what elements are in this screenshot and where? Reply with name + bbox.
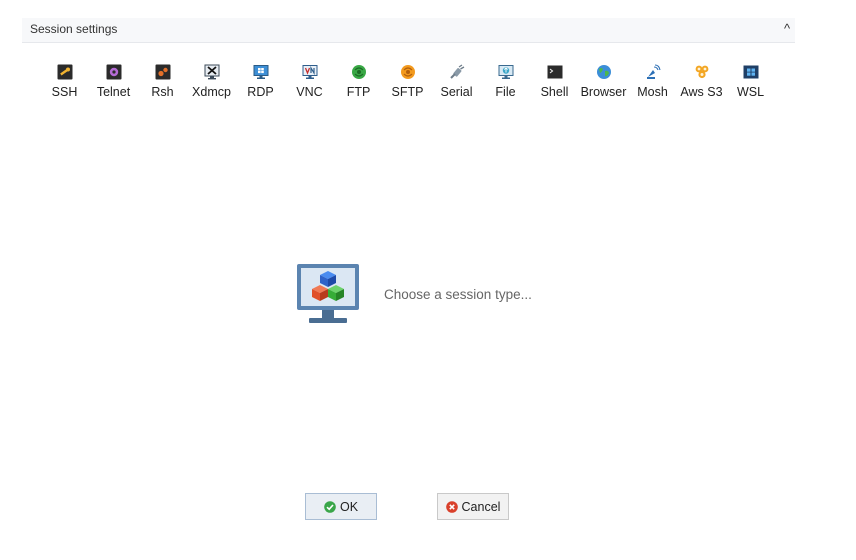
rdp-icon [253, 65, 268, 79]
aws-s3-icon [695, 65, 708, 79]
mosh-icon [646, 64, 661, 79]
session-type-sftp[interactable]: SFTP [383, 64, 432, 104]
session-type-ssh[interactable]: SSH [40, 64, 89, 104]
cancel-icon [445, 500, 458, 513]
collapse-icon[interactable]: ^ [779, 20, 795, 38]
session-type-telnet[interactable]: Telnet [89, 64, 138, 104]
xdmcp-icon [204, 64, 219, 80]
title-bar: Session settings ^ [22, 18, 795, 43]
session-type-shell[interactable]: Shell [530, 64, 579, 104]
session-type-browser[interactable]: Browser [579, 64, 628, 104]
session-type-rsh[interactable]: Rsh [138, 64, 187, 104]
session-type-label: Browser [580, 85, 627, 99]
wsl-icon [743, 65, 758, 79]
ok-button[interactable]: OK [305, 493, 377, 520]
session-type-label: FTP [346, 85, 371, 99]
ok-label: OK [339, 499, 359, 514]
check-icon [324, 500, 336, 513]
vnc-icon [302, 65, 317, 79]
session-type-label: SFTP [391, 85, 424, 99]
session-type-serial[interactable]: Serial [432, 64, 481, 104]
session-settings-dialog: Session settings ^ SSH Telnet Rsh Xdmcp … [0, 0, 856, 560]
session-type-file[interactable]: File [481, 64, 530, 104]
choose-session-message: Choose a session type... [384, 287, 532, 302]
session-type-label: Aws S3 [680, 85, 723, 99]
session-type-label: File [495, 85, 516, 99]
rsh-icon [155, 64, 170, 80]
sftp-icon [400, 65, 415, 79]
session-type-ftp[interactable]: FTP [334, 64, 383, 104]
session-type-label: RDP [247, 85, 274, 99]
session-type-wsl[interactable]: WSL [726, 64, 775, 104]
session-type-label: Rsh [151, 85, 174, 99]
serial-icon [449, 64, 464, 79]
session-type-label: Serial [440, 85, 473, 99]
file-icon [498, 65, 513, 79]
session-type-label: VNC [296, 85, 323, 99]
cancel-label: Cancel [461, 499, 501, 514]
session-type-xdmcp[interactable]: Xdmcp [187, 64, 236, 104]
shell-icon [547, 65, 562, 79]
cancel-button[interactable]: Cancel [437, 493, 509, 520]
browser-icon [596, 65, 611, 79]
session-type-mosh[interactable]: Mosh [628, 64, 677, 104]
session-type-vnc[interactable]: VNC [285, 64, 334, 104]
session-type-toolbar: SSH Telnet Rsh Xdmcp RDP VNC FTP SFTP Se… [40, 64, 775, 104]
telnet-icon [106, 64, 121, 80]
session-type-label: SSH [51, 85, 78, 99]
session-type-label: Shell [540, 85, 569, 99]
session-type-label: Xdmcp [192, 85, 231, 99]
ssh-icon [57, 64, 72, 80]
session-type-label: Mosh [637, 85, 668, 99]
session-type-aws-s3[interactable]: Aws S3 [677, 64, 726, 104]
session-types-monitor-icon [297, 264, 359, 323]
session-type-label: Telnet [96, 85, 131, 99]
ftp-icon [351, 65, 366, 79]
session-type-rdp[interactable]: RDP [236, 64, 285, 104]
session-type-label: WSL [736, 85, 765, 99]
window-title: Session settings [30, 22, 118, 36]
